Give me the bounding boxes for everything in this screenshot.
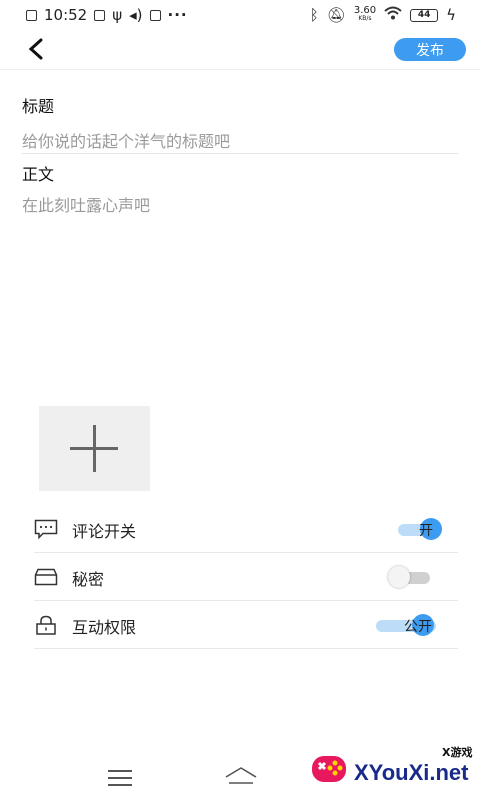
interact-label: 互动权限 (72, 618, 137, 637)
plus-icon-vertical (93, 425, 96, 472)
status-bar: 10:52 ψ ◂) ··· ᛒ 🔕︎ 3.60 KB/s 44 ϟ (0, 0, 480, 30)
mute-icon: 🔕︎ (326, 6, 346, 24)
mask-icon (149, 9, 161, 21)
comment-toggle[interactable]: 开 (398, 518, 444, 540)
gamepad-logo-icon (312, 756, 346, 782)
secret-label: 秘密 (72, 570, 105, 589)
header-bar: 发布 (0, 30, 480, 70)
chevron-left-icon (28, 38, 43, 60)
status-right: ᛒ 🔕︎ 3.60 KB/s 44 ϟ (309, 5, 456, 25)
watermark-small-text: X游戏 (442, 746, 473, 759)
home-button[interactable] (224, 766, 258, 788)
body-input[interactable]: 在此刻吐露心声吧 (22, 192, 458, 372)
setting-row-secret: 秘密 (34, 553, 458, 601)
secret-toggle-knob (388, 566, 410, 588)
title-input[interactable]: 给你说的话起个洋气的标题吧 (22, 128, 458, 154)
box-icon (34, 568, 58, 586)
battery-icon: 44 (410, 8, 439, 22)
volume-icon: ◂) (129, 6, 143, 24)
secret-toggle[interactable] (388, 566, 432, 588)
setting-row-interact: 互动权限 公开 (34, 601, 458, 649)
watermark: X游戏 XYouXi.net (306, 740, 476, 800)
status-time: 10:52 (44, 6, 88, 24)
comment-icon (34, 519, 58, 539)
notification-icon (26, 9, 37, 21)
setting-row-comment: 评论开关 开 (34, 505, 458, 553)
add-image-button[interactable] (39, 406, 150, 491)
publish-button[interactable]: 发布 (394, 38, 466, 61)
menu-line (108, 770, 132, 772)
title-label: 标题 (22, 97, 55, 116)
speed-value: 3.60 (353, 5, 377, 16)
menu-line (108, 784, 132, 786)
usb-icon: ψ (112, 6, 123, 24)
bluetooth-icon: ᛒ (309, 6, 319, 24)
watermark-big-text: XYouXi.net (354, 760, 469, 785)
comment-label: 评论开关 (72, 522, 137, 541)
network-speed: 3.60 KB/s (353, 5, 377, 23)
comment-toggle-text: 开 (419, 523, 433, 539)
charging-icon: ϟ (446, 6, 456, 24)
interact-toggle[interactable]: 公开 (376, 614, 442, 636)
lock-icon (36, 615, 56, 635)
menu-icon[interactable] (108, 770, 132, 786)
menu-line (108, 777, 132, 779)
status-left: 10:52 ψ ◂) ··· (26, 6, 188, 24)
home-icon (225, 767, 257, 784)
body-label: 正文 (22, 165, 55, 184)
speed-unit: KB/s (358, 15, 372, 22)
interact-toggle-text: 公开 (404, 619, 432, 635)
wifi-icon (384, 6, 402, 24)
app-notification-icon (94, 9, 106, 21)
more-dots-icon: ··· (167, 6, 188, 24)
back-button[interactable] (26, 38, 48, 60)
